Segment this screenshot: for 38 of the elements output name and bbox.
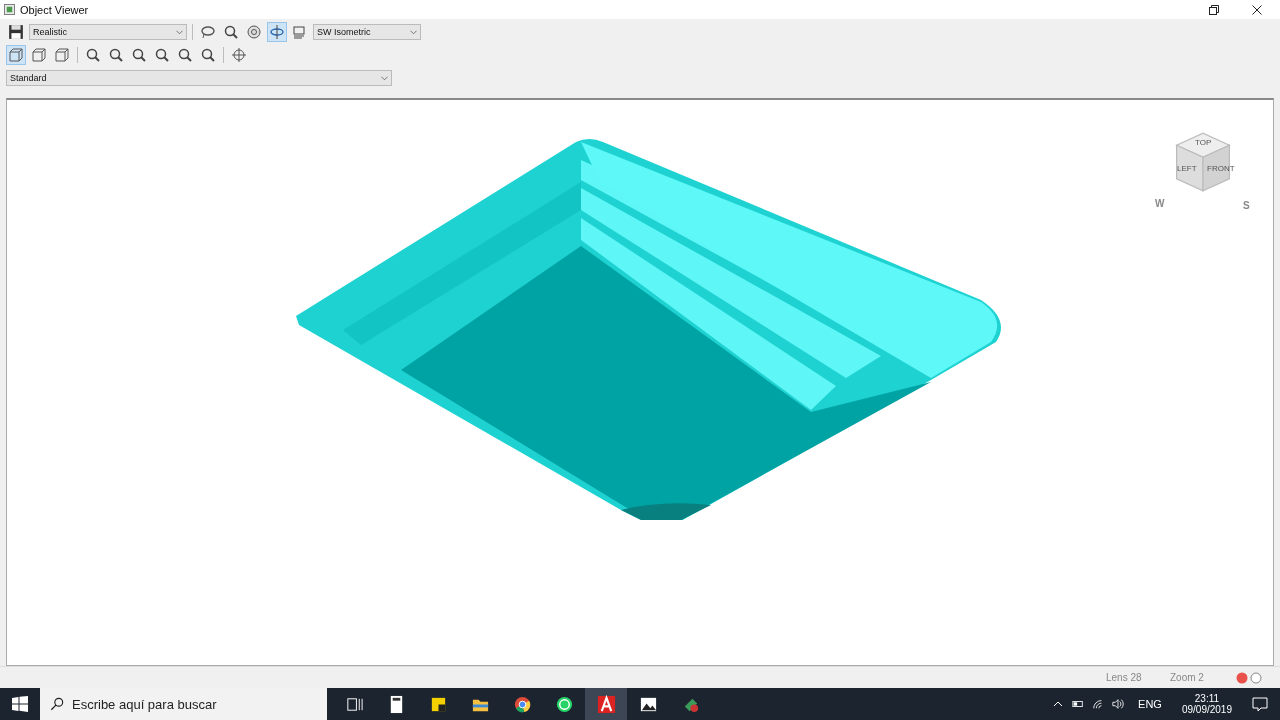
windows-start-icon[interactable] bbox=[12, 696, 28, 712]
zoom-readout: Zoom 2 bbox=[1170, 672, 1205, 683]
viewport[interactable]: TOP LEFT FRONT W S bbox=[6, 98, 1274, 666]
lens-readout: Lens 28 bbox=[1106, 672, 1143, 683]
orbit-icon[interactable] bbox=[267, 22, 287, 42]
restore-icon[interactable] bbox=[1209, 4, 1219, 15]
cube-face-label: TOP bbox=[1195, 138, 1212, 147]
visual-style-dropdown[interactable]: Realistic bbox=[29, 24, 187, 40]
letter-a-icon bbox=[596, 694, 616, 714]
compass-label: W bbox=[1155, 198, 1165, 209]
status-dot-icon[interactable] bbox=[1236, 671, 1248, 684]
clock-time[interactable]: 23:11 bbox=[1194, 693, 1220, 704]
caret-icon bbox=[410, 29, 417, 35]
ucs-dropdown[interactable]: Standard bbox=[6, 70, 392, 86]
save-icon[interactable] bbox=[6, 22, 26, 42]
caret-icon bbox=[176, 29, 183, 35]
cube-face-label: FRONT bbox=[1207, 164, 1235, 173]
notification-icon[interactable] bbox=[1252, 696, 1268, 712]
cube-icon[interactable] bbox=[52, 45, 72, 65]
speaker-icon[interactable] bbox=[1112, 698, 1125, 710]
chat-icon bbox=[554, 694, 574, 714]
cube-icon[interactable] bbox=[29, 45, 49, 65]
app-icon bbox=[4, 4, 15, 15]
language-indicator[interactable]: ENG bbox=[1138, 698, 1162, 710]
window-title: Object Viewer bbox=[20, 3, 89, 16]
browser-icon bbox=[512, 694, 532, 714]
battery-icon[interactable] bbox=[1072, 698, 1085, 710]
target-icon[interactable] bbox=[229, 45, 249, 65]
letter-a-icon-button[interactable] bbox=[585, 688, 627, 720]
wheel-icon[interactable] bbox=[244, 22, 264, 42]
clock-date[interactable]: 09/09/2019 bbox=[1181, 704, 1232, 715]
cube-face-label: LEFT bbox=[1177, 164, 1197, 173]
cube-icon[interactable] bbox=[6, 45, 26, 65]
caret-icon bbox=[381, 75, 388, 81]
view-dropdown[interactable]: SW Isometric bbox=[313, 24, 421, 40]
compass-label: S bbox=[1243, 200, 1250, 211]
close-icon[interactable] bbox=[1252, 4, 1262, 15]
search-icon[interactable] bbox=[50, 697, 64, 711]
